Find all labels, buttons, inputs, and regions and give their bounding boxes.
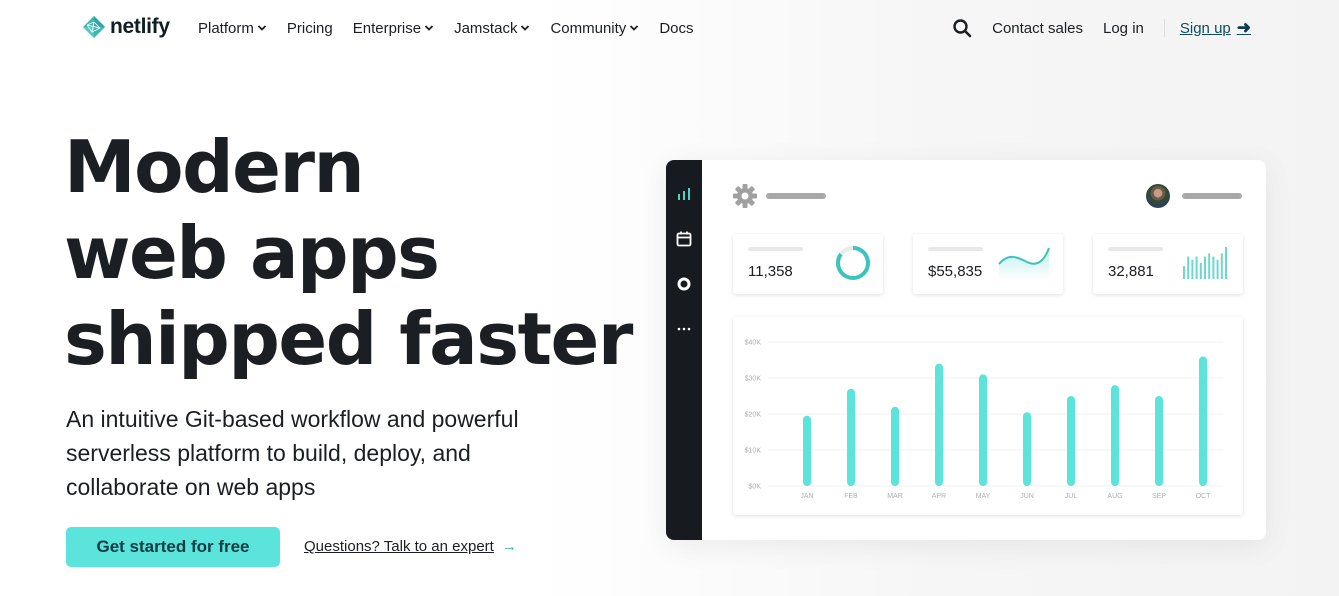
nav-links: Platform Pricing Enterprise Jamstack Communi… — [198, 17, 714, 39]
mini-bar — [1199, 263, 1202, 279]
nav-item-community[interactable]: Community — [550, 17, 639, 39]
chevron-down-icon — [424, 25, 434, 31]
mini-bar — [1195, 256, 1198, 279]
calendar-icon[interactable] — [675, 230, 693, 248]
stat-value: 11,358 — [748, 263, 793, 280]
x-tick-label: MAY — [976, 493, 991, 500]
y-tick-label: $10K — [745, 448, 762, 455]
arrow-right-icon: → — [501, 538, 517, 555]
mini-bar — [1187, 256, 1190, 279]
mini-bar — [1212, 256, 1215, 279]
dashboard-preview: 11,358 $55,835 32,881 $0K $10K $20K $30K $40… — [666, 160, 1266, 540]
nav-item-label: Docs — [659, 19, 694, 37]
y-tick-label: $20K — [745, 412, 762, 419]
revenue-chart-card: $0K $10K $20K $30K $40K JAN FEB MAR APR MAY JUN JUL… — [733, 317, 1243, 515]
hero-title-line: web apps — [64, 211, 440, 295]
talk-to-expert-label: Questions? Talk to an expert — [304, 538, 494, 555]
x-tick-label: JAN — [800, 493, 813, 500]
gear-icon[interactable] — [732, 183, 758, 209]
netlify-logo-link[interactable]: netlify — [82, 15, 170, 39]
contact-sales-link[interactable]: Contact sales — [992, 20, 1083, 37]
nav-item-pricing[interactable]: Pricing — [287, 17, 333, 39]
mini-bar — [1191, 259, 1194, 279]
chevron-down-icon — [630, 25, 639, 31]
sparkline-chart — [998, 247, 1050, 280]
brand-name: netlify — [110, 15, 170, 38]
x-tick-label: JUL — [1065, 493, 1078, 500]
chevron-down-icon — [257, 25, 266, 31]
nav-item-label: Jamstack — [454, 19, 518, 37]
username-placeholder — [1182, 193, 1242, 199]
hero-title-line: Modern — [64, 125, 365, 209]
nav-item-docs[interactable]: Docs — [659, 17, 693, 39]
search-icon[interactable] — [952, 18, 972, 38]
nav-item-label: Enterprise — [352, 19, 422, 37]
nav-item-platform[interactable]: Platform — [198, 17, 267, 39]
dashboard-header — [732, 182, 1242, 208]
y-tick-label: $30K — [745, 376, 762, 383]
stat-label-placeholder — [928, 247, 983, 251]
mini-bar — [1208, 253, 1211, 279]
x-tick-label: FEB — [844, 493, 858, 500]
stat-card-revenue: $55,835 — [913, 234, 1063, 294]
dashboard-sidebar — [666, 160, 702, 540]
stat-card-visits: 32,881 — [1093, 234, 1243, 294]
donut-chart — [836, 246, 870, 280]
title-placeholder — [766, 193, 826, 199]
mini-bar — [1204, 256, 1206, 279]
bar-chart-icon[interactable] — [675, 185, 693, 203]
sign-up-link[interactable]: Sign up ➜ — [1180, 18, 1251, 38]
x-tick-label: APR — [932, 493, 946, 500]
mini-bar — [1220, 253, 1223, 279]
log-in-link[interactable]: Log in — [1103, 20, 1144, 37]
hero-title: Modern web apps shipped faster — [64, 124, 633, 382]
mini-bar — [1225, 247, 1227, 279]
nav-item-enterprise[interactable]: Enterprise — [353, 17, 434, 39]
hero-title-line: shipped faster — [64, 297, 633, 381]
y-tick-label: $40K — [745, 340, 762, 347]
y-tick-label: $0K — [749, 484, 762, 491]
stat-card-visitors: 11,358 — [733, 234, 883, 294]
hero-subtitle: An intuitive Git-based workflow and powe… — [66, 406, 519, 500]
stat-value: 32,881 — [1108, 263, 1154, 280]
top-navigation: netlify Platform Pricing Enterprise Jamstac… — [0, 0, 1339, 56]
sparkline-area — [999, 248, 1049, 280]
mini-bar — [1183, 266, 1185, 279]
user-avatar[interactable] — [1146, 184, 1170, 208]
x-tick-label: JUN — [1020, 493, 1034, 500]
more-dots-icon[interactable] — [675, 320, 693, 338]
x-tick-label: MAR — [887, 493, 903, 500]
sign-up-label: Sign up — [1179, 19, 1231, 37]
stat-value: $55,835 — [928, 263, 983, 280]
stat-label-placeholder — [748, 247, 803, 251]
netlify-logo-icon — [83, 16, 105, 38]
arrow-right-icon: ➜ — [1236, 18, 1251, 37]
nav-divider — [1163, 19, 1165, 37]
lifebuoy-icon[interactable] — [675, 275, 693, 293]
x-tick-label: AUG — [1107, 493, 1122, 500]
get-started-button[interactable]: Get started for free — [66, 527, 280, 567]
talk-to-expert-link[interactable]: Questions? Talk to an expert → — [304, 538, 517, 555]
nav-item-jamstack[interactable]: Jamstack — [454, 17, 530, 39]
x-tick-label: SEP — [1152, 493, 1166, 500]
nav-item-label: Community — [550, 19, 627, 37]
nav-actions: Contact sales Log in Sign up ➜ — [952, 14, 1251, 42]
nav-item-label: Pricing — [286, 19, 333, 37]
x-tick-label: OCT — [1196, 493, 1212, 500]
mini-bar-chart — [1183, 247, 1227, 279]
revenue-bar-chart: $0K $10K $20K $30K $40K JAN FEB MAR APR MAY JUN JUL… — [745, 340, 1223, 500]
mini-bar — [1216, 259, 1219, 279]
nav-item-label: Platform — [198, 19, 254, 37]
chevron-down-icon — [521, 25, 530, 31]
stat-label-placeholder — [1108, 247, 1163, 251]
